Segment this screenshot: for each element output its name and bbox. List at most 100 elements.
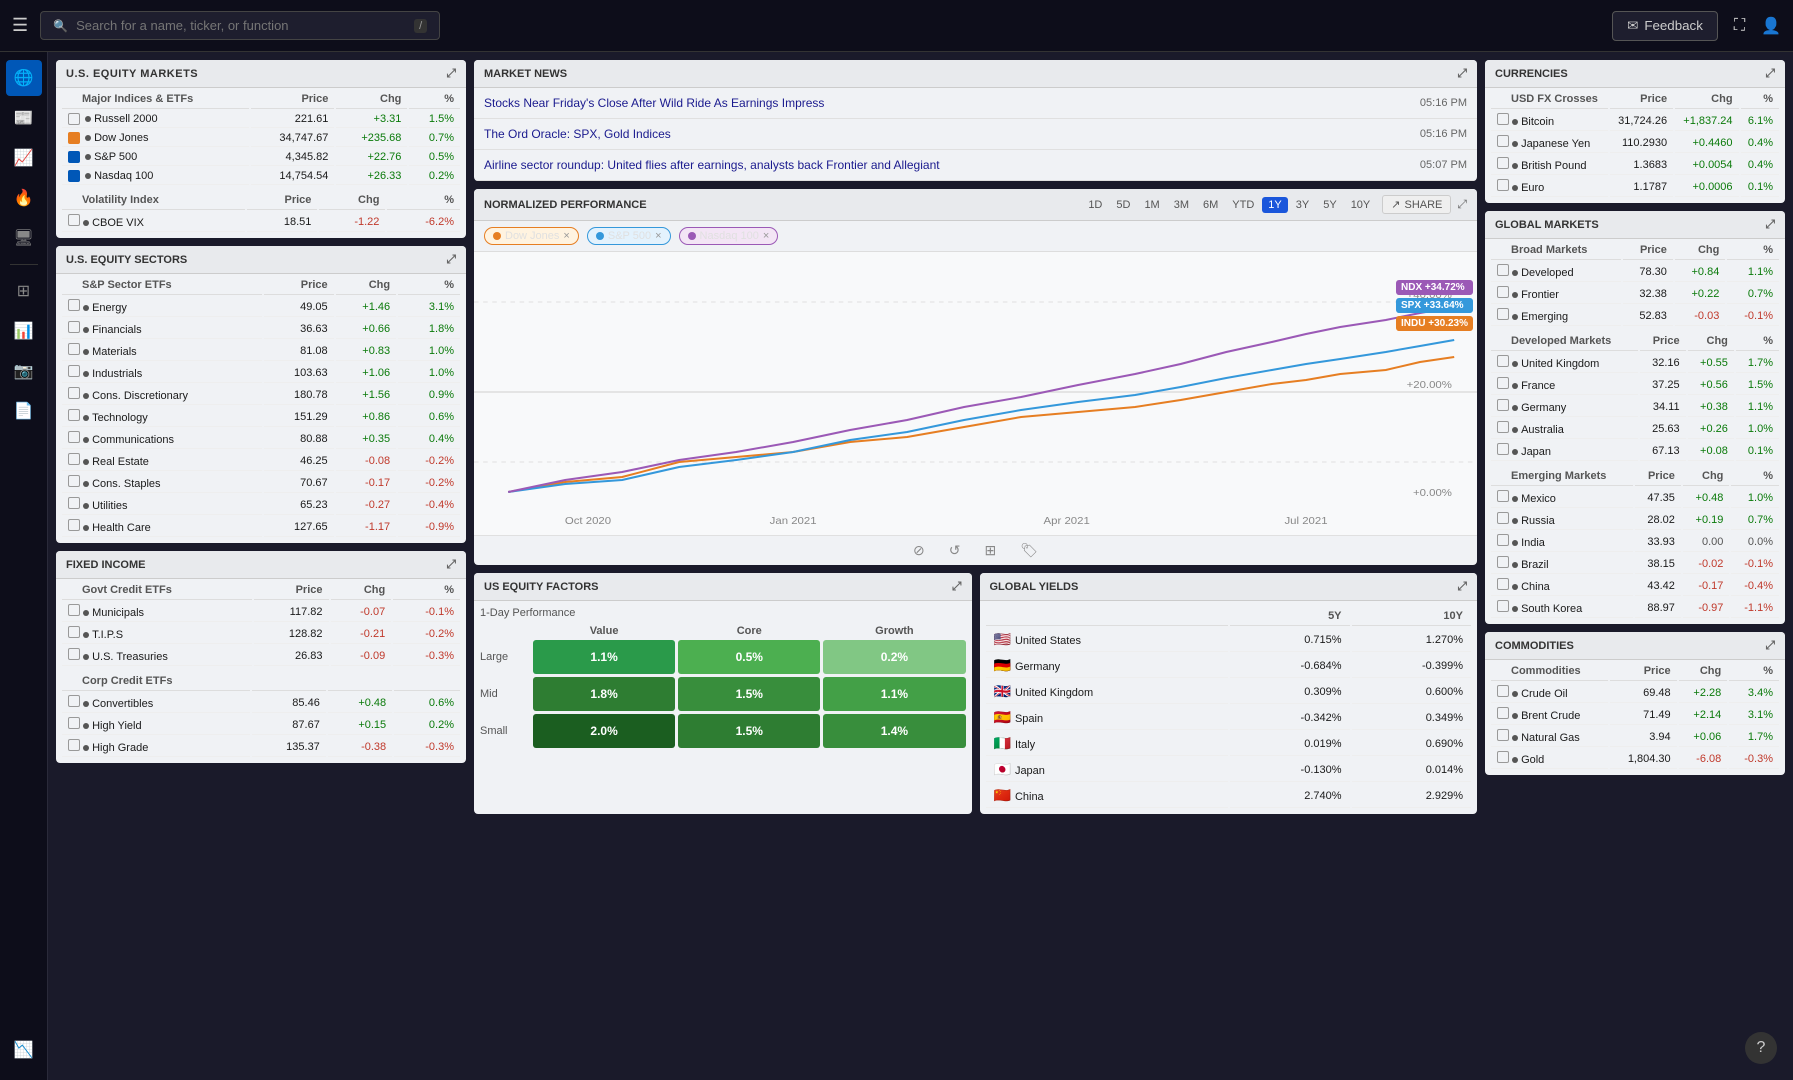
- chart-footer-refresh[interactable]: ↺: [949, 542, 961, 559]
- factors-expand[interactable]: ⤢: [952, 579, 962, 594]
- chart-footer-grid[interactable]: ⊞: [984, 542, 996, 559]
- table-row[interactable]: 🇩🇪Germany -0.684% -0.399%: [986, 654, 1472, 678]
- table-row[interactable]: Germany 34.11 +0.38 1.1%: [1491, 397, 1779, 417]
- table-row[interactable]: 🇯🇵Japan -0.130% 0.014%: [986, 758, 1472, 782]
- news-item[interactable]: Stocks Near Friday's Close After Wild Ri…: [474, 88, 1477, 119]
- table-row[interactable]: 🇬🇧United Kingdom 0.309% 0.600%: [986, 680, 1472, 704]
- table-row[interactable]: Dow Jones 34,747.67 +235.68 0.7%: [62, 130, 460, 147]
- expand-icon[interactable]: ⛶: [1734, 17, 1745, 35]
- time-btn-5y[interactable]: 5Y: [1317, 197, 1342, 213]
- nav-item-monitor[interactable]: 🖥: [6, 220, 42, 256]
- search-bar[interactable]: 🔍 /: [40, 11, 440, 40]
- nav-item-chart[interactable]: 📈: [6, 140, 42, 176]
- table-row[interactable]: S&P 500 4,345.82 +22.76 0.5%: [62, 149, 460, 166]
- table-row[interactable]: Materials 81.08 +0.83 1.0%: [62, 341, 460, 361]
- search-input[interactable]: [76, 18, 406, 33]
- time-btn-3m[interactable]: 3M: [1168, 197, 1195, 213]
- table-row[interactable]: Euro 1.1787 +0.0006 0.1%: [1491, 177, 1779, 197]
- table-row[interactable]: 🇪🇸Spain -0.342% 0.349%: [986, 706, 1472, 730]
- table-row[interactable]: Health Care 127.65 -1.17 -0.9%: [62, 517, 460, 537]
- table-row[interactable]: Mexico 47.35 +0.48 1.0%: [1491, 488, 1779, 508]
- table-row[interactable]: Developed 78.30 +0.84 1.1%: [1491, 262, 1779, 282]
- help-button[interactable]: ?: [1745, 1032, 1777, 1064]
- nav-item-terminal[interactable]: 📉: [6, 1032, 42, 1068]
- market-news-expand[interactable]: ⤢: [1457, 66, 1467, 81]
- table-row[interactable]: Gold 1,804.30 -6.08 -0.3%: [1491, 749, 1779, 769]
- menu-icon[interactable]: ☰: [12, 15, 28, 36]
- table-row[interactable]: France 37.25 +0.56 1.5%: [1491, 375, 1779, 395]
- time-btn-6m[interactable]: 6M: [1197, 197, 1224, 213]
- table-row[interactable]: High Grade 135.37 -0.38 -0.3%: [62, 737, 460, 757]
- table-row[interactable]: Utilities 65.23 -0.27 -0.4%: [62, 495, 460, 515]
- table-row[interactable]: Cons. Staples 70.67 -0.17 -0.2%: [62, 473, 460, 493]
- table-row[interactable]: Energy 49.05 +1.46 3.1%: [62, 297, 460, 317]
- table-row[interactable]: CBOE VIX 18.51 -1.22 -6.2%: [62, 212, 460, 232]
- table-row[interactable]: Natural Gas 3.94 +0.06 1.7%: [1491, 727, 1779, 747]
- table-row[interactable]: Brent Crude 71.49 +2.14 3.1%: [1491, 705, 1779, 725]
- time-btn-1y[interactable]: 1Y: [1262, 197, 1287, 213]
- share-button[interactable]: ↗ SHARE: [1382, 195, 1451, 214]
- table-row[interactable]: South Korea 88.97 -0.97 -1.1%: [1491, 598, 1779, 618]
- table-row[interactable]: U.S. Treasuries 26.83 -0.09 -0.3%: [62, 646, 460, 666]
- table-row[interactable]: Nasdaq 100 14,754.54 +26.33 0.2%: [62, 168, 460, 185]
- table-row[interactable]: High Yield 87.67 +0.15 0.2%: [62, 715, 460, 735]
- legend-close-ndx[interactable]: ×: [763, 230, 769, 242]
- table-row[interactable]: Russia 28.02 +0.19 0.7%: [1491, 510, 1779, 530]
- global-yields-expand[interactable]: ⤢: [1457, 579, 1467, 594]
- table-row[interactable]: 🇮🇹Italy 0.019% 0.690%: [986, 732, 1472, 756]
- nav-item-bar-chart[interactable]: 📊: [6, 313, 42, 349]
- time-btn-10y[interactable]: 10Y: [1345, 197, 1377, 213]
- nav-item-news[interactable]: 📰: [6, 100, 42, 136]
- table-row[interactable]: Municipals 117.82 -0.07 -0.1%: [62, 602, 460, 622]
- legend-sp500[interactable]: S&P 500 ×: [587, 227, 671, 245]
- table-row[interactable]: Japanese Yen 110.2930 +0.4460 0.4%: [1491, 133, 1779, 153]
- table-row[interactable]: Bitcoin 31,724.26 +1,837.24 6.1%: [1491, 111, 1779, 131]
- table-row[interactable]: India 33.93 0.00 0.0%: [1491, 532, 1779, 552]
- legend-close-dow[interactable]: ×: [563, 230, 569, 242]
- nav-item-camera[interactable]: 📷: [6, 353, 42, 389]
- feedback-button[interactable]: ✉ Feedback: [1612, 11, 1718, 41]
- table-row[interactable]: Australia 25.63 +0.26 1.0%: [1491, 419, 1779, 439]
- legend-dow[interactable]: Dow Jones ×: [484, 227, 579, 245]
- table-row[interactable]: Japan 67.13 +0.08 0.1%: [1491, 441, 1779, 461]
- time-btn-ytd[interactable]: YTD: [1226, 197, 1260, 213]
- nav-item-grid[interactable]: ⊞: [6, 273, 42, 309]
- news-item[interactable]: Airline sector roundup: United flies aft…: [474, 150, 1477, 181]
- news-item[interactable]: The Ord Oracle: SPX, Gold Indices 05:16 …: [474, 119, 1477, 150]
- table-row[interactable]: Emerging 52.83 -0.03 -0.1%: [1491, 306, 1779, 326]
- table-row[interactable]: Crude Oil 69.48 +2.28 3.4%: [1491, 683, 1779, 703]
- table-row[interactable]: Frontier 32.38 +0.22 0.7%: [1491, 284, 1779, 304]
- chart-footer-ban[interactable]: ⊘: [913, 542, 925, 559]
- table-row[interactable]: Brazil 38.15 -0.02 -0.1%: [1491, 554, 1779, 574]
- nav-item-globe[interactable]: 🌐: [6, 60, 42, 96]
- table-row[interactable]: Real Estate 46.25 -0.08 -0.2%: [62, 451, 460, 471]
- table-row[interactable]: Cons. Discretionary 180.78 +1.56 0.9%: [62, 385, 460, 405]
- currencies-expand[interactable]: ⤢: [1765, 66, 1775, 81]
- legend-ndx[interactable]: Nasdaq 100 ×: [679, 227, 779, 245]
- time-btn-1d[interactable]: 1D: [1082, 197, 1108, 213]
- nav-item-flame[interactable]: 🔥: [6, 180, 42, 216]
- commodities-expand[interactable]: ⤢: [1765, 638, 1775, 653]
- global-markets-expand[interactable]: ⤢: [1765, 217, 1775, 232]
- chart-expand[interactable]: ⤢: [1457, 197, 1467, 212]
- nav-item-file[interactable]: 📄: [6, 393, 42, 429]
- table-row[interactable]: United Kingdom 32.16 +0.55 1.7%: [1491, 353, 1779, 373]
- table-row[interactable]: Russell 2000 221.61 +3.31 1.5%: [62, 111, 460, 128]
- table-row[interactable]: 🇨🇳China 2.740% 2.929%: [986, 784, 1472, 808]
- time-btn-3y[interactable]: 3Y: [1290, 197, 1315, 213]
- table-row[interactable]: Convertibles 85.46 +0.48 0.6%: [62, 693, 460, 713]
- table-row[interactable]: T.I.P.S 128.82 -0.21 -0.2%: [62, 624, 460, 644]
- table-row[interactable]: Industrials 103.63 +1.06 1.0%: [62, 363, 460, 383]
- chart-footer-tag[interactable]: 🏷: [1020, 542, 1038, 559]
- table-row[interactable]: British Pound 1.3683 +0.0054 0.4%: [1491, 155, 1779, 175]
- table-row[interactable]: Communications 80.88 +0.35 0.4%: [62, 429, 460, 449]
- table-row[interactable]: Technology 151.29 +0.86 0.6%: [62, 407, 460, 427]
- fixed-income-expand[interactable]: ⤢: [446, 557, 456, 572]
- table-row[interactable]: China 43.42 -0.17 -0.4%: [1491, 576, 1779, 596]
- time-btn-1m[interactable]: 1M: [1138, 197, 1165, 213]
- user-icon[interactable]: 👤: [1761, 16, 1781, 36]
- time-btn-5d[interactable]: 5D: [1110, 197, 1136, 213]
- legend-close-sp500[interactable]: ×: [655, 230, 661, 242]
- us-equity-sectors-expand[interactable]: ⤢: [446, 252, 456, 267]
- table-row[interactable]: Financials 36.63 +0.66 1.8%: [62, 319, 460, 339]
